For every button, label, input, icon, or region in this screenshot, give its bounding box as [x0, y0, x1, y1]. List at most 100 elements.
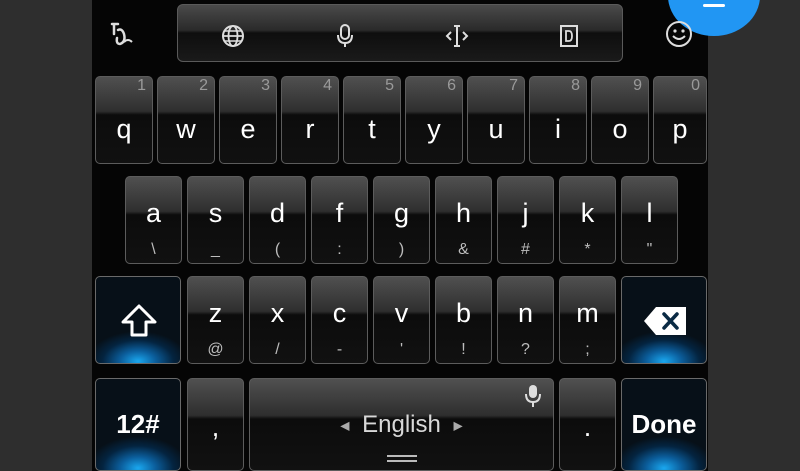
key-number-hint: 7 [509, 77, 518, 94]
key-label: g [393, 198, 410, 228]
key-f[interactable]: f : [311, 176, 368, 264]
key-label: x [270, 298, 285, 328]
key-l[interactable]: l " [621, 176, 678, 264]
right-arrow-icon: ▶ [453, 418, 463, 433]
key-x[interactable]: x / [249, 276, 306, 364]
language-switcher: ◀ English ▶ [250, 411, 553, 439]
key-symbol-hint: # [521, 241, 530, 258]
key-p[interactable]: 0 p [653, 76, 707, 164]
key-b[interactable]: b ! [435, 276, 492, 364]
key-number-hint: 1 [137, 77, 146, 94]
key-y[interactable]: 6 y [405, 76, 463, 164]
key-symbol-hint: _ [211, 241, 220, 258]
key-label: z [208, 298, 223, 328]
language-label: English [362, 411, 441, 438]
backspace-icon [644, 307, 686, 335]
key-symbol-hint: / [275, 341, 280, 358]
key-symbol-hint: ) [398, 241, 405, 258]
swipe-handle-icon [387, 455, 417, 463]
key-symbol-hint: ' [399, 341, 404, 358]
key-label: v [394, 298, 409, 328]
voice-input-icon [525, 385, 541, 407]
key-c[interactable]: c - [311, 276, 368, 364]
key-label: i [555, 114, 561, 144]
key-g[interactable]: g ) [373, 176, 430, 264]
key-label: n [517, 298, 534, 328]
key-label: , [211, 412, 220, 442]
clipboard-icon[interactable] [556, 23, 582, 49]
left-arrow-icon: ◀ [340, 418, 350, 433]
menu-icon [703, 4, 725, 7]
key-label: . [583, 412, 592, 442]
key-a[interactable]: a \ [125, 176, 182, 264]
key-label: c [332, 298, 347, 328]
key-w[interactable]: 2 w [157, 76, 215, 164]
key-u[interactable]: 7 u [467, 76, 525, 164]
key-e[interactable]: 3 e [219, 76, 277, 164]
space-key[interactable]: ◀ English ▶ [249, 378, 554, 471]
key-symbol-hint: ! [461, 341, 466, 358]
key-label: h [455, 198, 472, 228]
shift-key[interactable] [95, 276, 181, 364]
handwriting-icon[interactable] [108, 20, 136, 48]
key-k[interactable]: k * [559, 176, 616, 264]
period-key[interactable]: . [559, 378, 616, 471]
key-z[interactable]: z @ [187, 276, 244, 364]
key-symbol-hint: ( [274, 241, 281, 258]
key-label: f [335, 198, 344, 228]
key-label: q [116, 114, 132, 144]
key-number-hint: 9 [633, 77, 642, 94]
key-label: r [305, 114, 315, 144]
key-symbol-hint: \ [151, 241, 156, 258]
emoji-icon[interactable] [665, 20, 693, 48]
cursor-move-icon[interactable] [444, 23, 470, 49]
key-i[interactable]: 8 i [529, 76, 587, 164]
key-symbol-hint: & [458, 241, 469, 258]
key-label: e [240, 114, 256, 144]
key-number-hint: 3 [261, 77, 270, 94]
done-key[interactable]: Done [621, 378, 707, 471]
key-label: w [176, 114, 196, 144]
key-n[interactable]: n ? [497, 276, 554, 364]
key-symbol-hint: ? [521, 341, 530, 358]
key-symbol-hint: @ [207, 341, 224, 358]
key-number-hint: 4 [323, 77, 332, 94]
key-label: s [208, 198, 223, 228]
key-q[interactable]: 1 q [95, 76, 153, 164]
key-label: d [269, 198, 286, 228]
key-label: k [580, 198, 595, 228]
symbols-key[interactable]: 12# [95, 378, 181, 471]
key-m[interactable]: m ; [559, 276, 616, 364]
key-label: l [646, 198, 653, 228]
key-o[interactable]: 9 o [591, 76, 649, 164]
backspace-key[interactable] [621, 276, 707, 364]
key-number-hint: 2 [199, 77, 208, 94]
globe-icon[interactable] [220, 23, 246, 49]
keyboard-toolbar [177, 4, 623, 62]
key-label: u [488, 114, 504, 144]
key-label: y [427, 114, 441, 144]
key-number-hint: 6 [447, 77, 456, 94]
key-h[interactable]: h & [435, 176, 492, 264]
key-s[interactable]: s _ [187, 176, 244, 264]
key-symbol-hint: " [646, 241, 653, 258]
key-v[interactable]: v ' [373, 276, 430, 364]
symbols-key-label: 12# [116, 409, 160, 439]
shift-arrow-icon [121, 304, 157, 337]
key-label: a [145, 198, 162, 228]
key-d[interactable]: d ( [249, 176, 306, 264]
key-r[interactable]: 4 r [281, 76, 339, 164]
comma-key[interactable]: , [187, 378, 244, 471]
key-label: t [368, 114, 376, 144]
microphone-icon[interactable] [332, 23, 358, 49]
key-symbol-hint: * [584, 241, 591, 258]
key-symbol-hint: ; [585, 341, 590, 358]
key-label: o [612, 114, 628, 144]
key-j[interactable]: j # [497, 176, 554, 264]
key-t[interactable]: 5 t [343, 76, 401, 164]
key-label: j [522, 198, 529, 228]
key-label: p [672, 114, 688, 144]
key-number-hint: 5 [385, 77, 394, 94]
key-label: b [455, 298, 472, 328]
key-label: m [576, 298, 599, 328]
